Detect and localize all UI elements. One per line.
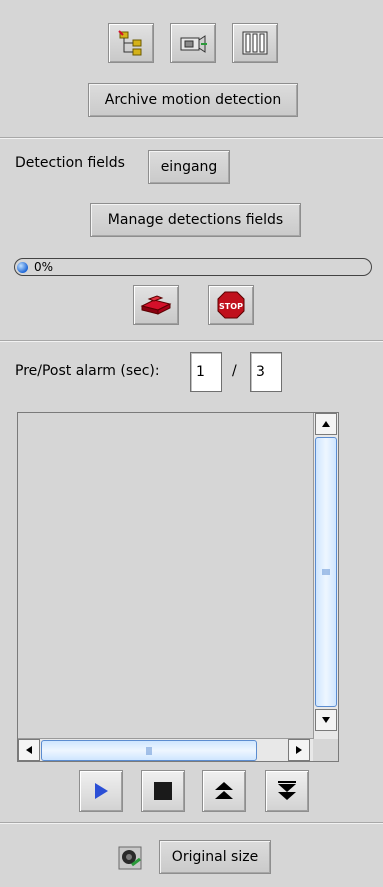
divider: [0, 822, 383, 824]
original-size-button[interactable]: Original size: [159, 840, 271, 874]
step-up-button[interactable]: [202, 770, 246, 812]
play-icon: [95, 783, 108, 799]
arrow-down-icon: [322, 717, 330, 723]
progress-indicator-icon: [17, 262, 28, 273]
detection-field-selector[interactable]: eingang: [148, 150, 230, 184]
stop-detection-button[interactable]: STOP: [208, 285, 254, 325]
camera-export-icon: [180, 35, 207, 53]
film-strip-button[interactable]: [232, 23, 278, 63]
stop-sign-icon: STOP: [217, 291, 245, 319]
film-strip-icon: [242, 31, 268, 55]
progress-bar: 0%: [14, 258, 372, 276]
scroll-right-button[interactable]: [288, 739, 310, 761]
scroll-down-button[interactable]: [315, 709, 337, 731]
alarm-separator: /: [232, 363, 237, 379]
record-button[interactable]: [133, 285, 179, 325]
detection-fields-label: Detection fields: [15, 155, 125, 171]
stop-button[interactable]: [141, 770, 185, 812]
step-down-icon: [278, 781, 296, 800]
manage-detections-fields-button[interactable]: Manage detections fields: [90, 203, 301, 237]
pre-alarm-input[interactable]: 1: [190, 352, 222, 392]
arrow-left-icon: [26, 746, 32, 754]
pre-post-alarm-label: Pre/Post alarm (sec):: [15, 363, 160, 379]
arrow-up-icon: [322, 421, 330, 427]
horizontal-scrollbar[interactable]: [18, 738, 313, 761]
hierarchy-button[interactable]: [108, 23, 154, 63]
scroll-up-button[interactable]: [315, 413, 337, 435]
step-up-icon: [215, 782, 233, 799]
scroll-left-button[interactable]: [18, 739, 40, 761]
archive-motion-detection-button[interactable]: Archive motion detection: [88, 83, 298, 117]
vertical-scroll-thumb[interactable]: [315, 437, 337, 707]
grip-icon: [146, 746, 152, 755]
grip-icon: [322, 569, 330, 575]
step-down-button[interactable]: [265, 770, 309, 812]
stop-icon: [154, 782, 172, 800]
horizontal-scroll-thumb[interactable]: [41, 740, 257, 761]
camera-status-icon: [117, 845, 143, 871]
progress-text: 0%: [34, 260, 54, 274]
video-viewport[interactable]: [17, 412, 339, 762]
post-alarm-input[interactable]: 3: [250, 352, 282, 392]
arrow-right-icon: [296, 746, 302, 754]
camera-export-button[interactable]: [170, 23, 216, 63]
hierarchy-tree-icon: [118, 30, 142, 56]
record-icon: [140, 295, 172, 315]
divider: [0, 340, 383, 342]
vertical-scrollbar[interactable]: [313, 413, 338, 739]
divider: [0, 137, 383, 139]
svg-text:STOP: STOP: [219, 302, 243, 311]
play-button[interactable]: [79, 770, 123, 812]
